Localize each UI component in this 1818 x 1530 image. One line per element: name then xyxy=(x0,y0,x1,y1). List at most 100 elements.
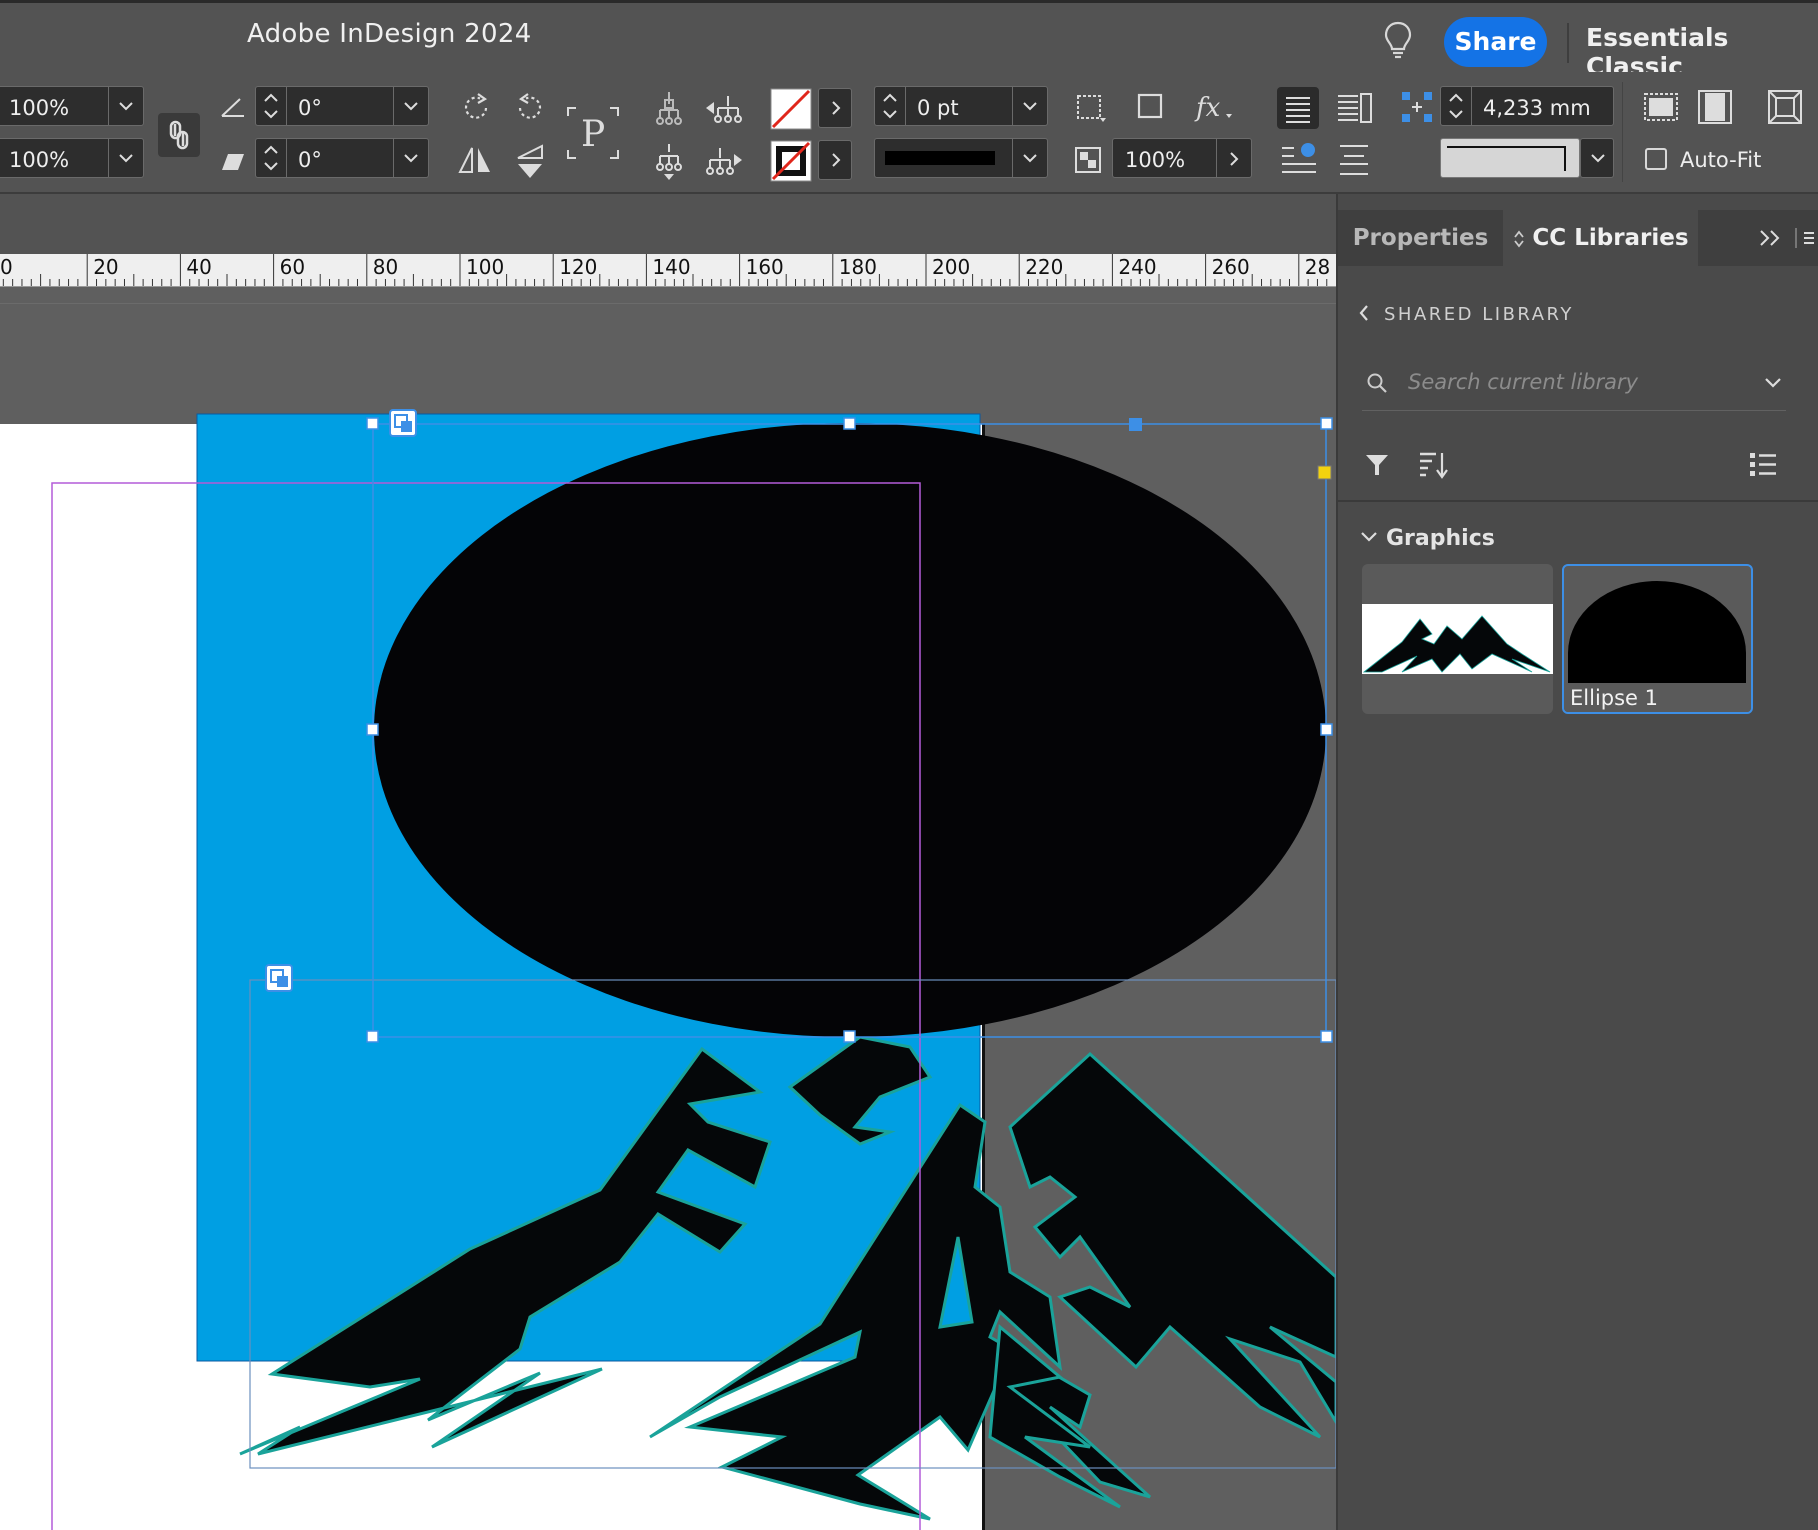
chevron-down-icon[interactable] xyxy=(108,139,143,177)
collapse-panel-icon[interactable] xyxy=(1758,228,1784,248)
object-style-field[interactable] xyxy=(1440,138,1580,178)
rotation-angle-field[interactable]: 0° xyxy=(255,86,429,126)
ruler-label: 240 xyxy=(1118,255,1157,279)
graphics-section-header[interactable]: Graphics xyxy=(1360,526,1495,551)
chevron-down-icon[interactable] xyxy=(393,139,428,177)
scale-x-field[interactable]: 100% xyxy=(0,86,144,126)
align-center-text-frame-icon[interactable] xyxy=(1276,86,1320,130)
gap-tool-icon[interactable] xyxy=(1400,90,1434,124)
rotate-counterclockwise-icon[interactable] xyxy=(512,90,548,126)
select-next-object-icon[interactable] xyxy=(704,144,744,178)
corner-radius-handle xyxy=(1317,465,1332,480)
library-toolbar xyxy=(1338,430,1818,502)
content-grabber-icon xyxy=(389,409,417,437)
sort-icon[interactable] xyxy=(1418,450,1450,480)
opacity-checker-icon xyxy=(1075,147,1101,173)
opacity-field[interactable]: 100% xyxy=(1112,138,1252,178)
lightbulb-icon[interactable] xyxy=(1384,21,1412,61)
library-item-mountains[interactable] xyxy=(1362,564,1553,714)
library-item-label: Ellipse 1 xyxy=(1570,686,1658,710)
ellipse-1 xyxy=(374,423,1326,1037)
fit-frame-to-content-icon[interactable] xyxy=(1766,88,1806,126)
ruler-label: 100 xyxy=(466,255,505,279)
object-style-menu[interactable] xyxy=(1580,138,1614,178)
select-previous-object-icon[interactable] xyxy=(704,92,744,126)
ruler-label: 120 xyxy=(559,255,598,279)
mountains-thumbnail-icon xyxy=(1362,604,1553,674)
cc-libraries-panel: Properties CC Libraries SHARED LIBRARY G… xyxy=(1336,194,1818,1530)
scale-y-field[interactable]: 100% xyxy=(0,138,144,178)
chevron-down-icon[interactable] xyxy=(108,87,143,125)
ruler-label: 28 xyxy=(1304,255,1331,279)
library-back-link[interactable]: SHARED LIBRARY xyxy=(1358,304,1574,325)
stepper-icon[interactable] xyxy=(875,87,906,125)
horizontal-ruler[interactable]: 0 20 40 60 80 100 120 140 160 180 200 220 240 260 28 xyxy=(0,254,1336,287)
application-bar-strip xyxy=(0,194,1336,254)
center-handle xyxy=(1129,418,1142,431)
tab-properties[interactable]: Properties xyxy=(1338,210,1503,266)
effects-fx-icon[interactable]: fx xyxy=(1194,90,1234,124)
stepper-icon[interactable] xyxy=(256,87,287,125)
app-title: Adobe InDesign 2024 xyxy=(247,19,532,49)
search-input[interactable] xyxy=(1406,364,1740,400)
text-frame-columns-icon[interactable] xyxy=(1334,88,1374,128)
text-wrap-icon[interactable] xyxy=(1278,138,1320,180)
ruler-label: 60 xyxy=(279,255,306,279)
control-panel: 100% 100% 0° 0° P 0 pt fx 100% 4,233 mm xyxy=(0,72,1818,194)
frame-options-icon[interactable] xyxy=(1074,92,1108,124)
library-item-ellipse-1[interactable]: Ellipse 1 xyxy=(1562,564,1753,714)
stepper-icon[interactable] xyxy=(256,139,287,177)
chevron-down-icon[interactable] xyxy=(393,87,428,125)
filter-icon[interactable] xyxy=(1364,452,1390,478)
ruler-label: 200 xyxy=(932,255,971,279)
scale-x-value: 100% xyxy=(9,96,70,120)
ruler-label: 260 xyxy=(1211,255,1250,279)
sort-arrows-icon xyxy=(1514,230,1525,247)
autofit-label: Auto-Fit xyxy=(1680,148,1762,172)
select-content-icon[interactable] xyxy=(652,142,686,182)
stepper-icon[interactable] xyxy=(1441,87,1472,125)
vertical-justify-icon[interactable] xyxy=(1334,140,1374,180)
document-canvas[interactable] xyxy=(0,287,1336,1530)
svg-text:P: P xyxy=(581,114,605,155)
chevron-down-icon[interactable] xyxy=(1012,87,1047,125)
chevron-down-icon[interactable] xyxy=(1012,139,1047,177)
flip-vertical-icon[interactable] xyxy=(512,142,548,180)
svg-text:fx: fx xyxy=(1194,93,1221,123)
select-container-icon[interactable] xyxy=(652,90,686,128)
library-name: SHARED LIBRARY xyxy=(1384,304,1574,325)
tab-cc-libraries[interactable]: CC Libraries xyxy=(1503,210,1698,266)
drop-shadow-icon[interactable] xyxy=(1136,92,1166,122)
fill-swatch-none-icon[interactable] xyxy=(770,88,812,130)
ruler-label: 220 xyxy=(1025,255,1064,279)
reference-point-icon[interactable]: P xyxy=(566,106,620,160)
gap-value: 4,233 mm xyxy=(1483,96,1591,120)
shear-angle-field[interactable]: 0° xyxy=(255,138,429,178)
panel-menu-icon[interactable] xyxy=(1794,226,1814,250)
tab-cc-libraries-label: CC Libraries xyxy=(1532,225,1689,251)
gap-value-field[interactable]: 4,233 mm xyxy=(1440,86,1614,126)
constrain-proportions-icon[interactable] xyxy=(157,112,201,158)
separator xyxy=(1622,82,1623,182)
shear-angle-value: 0° xyxy=(298,148,322,172)
stroke-swatch-icon[interactable] xyxy=(770,140,812,182)
fill-swatch-menu[interactable] xyxy=(818,88,852,128)
rotate-clockwise-icon[interactable] xyxy=(458,90,494,126)
chevron-down-icon[interactable] xyxy=(1764,376,1782,390)
divider xyxy=(1567,23,1569,63)
stroke-weight-field[interactable]: 0 pt xyxy=(874,86,1048,126)
flip-horizontal-icon[interactable] xyxy=(456,142,494,178)
chevron-right-icon[interactable] xyxy=(1216,139,1251,177)
shear-angle-icon xyxy=(222,154,244,170)
fit-content-proportionally-icon[interactable] xyxy=(1696,88,1734,126)
stroke-weight-value: 0 pt xyxy=(917,96,959,120)
share-button[interactable]: Share xyxy=(1444,17,1547,67)
artwork-layer[interactable] xyxy=(0,287,1336,1530)
ruler-label: 180 xyxy=(838,255,877,279)
list-view-icon[interactable] xyxy=(1748,450,1778,480)
stroke-swatch-menu[interactable] xyxy=(818,140,852,180)
fill-frame-proportionally-icon[interactable] xyxy=(1642,88,1680,126)
stroke-type-field[interactable] xyxy=(874,138,1048,178)
stroke-type-preview xyxy=(885,151,995,165)
autofit-checkbox[interactable] xyxy=(1645,148,1667,170)
